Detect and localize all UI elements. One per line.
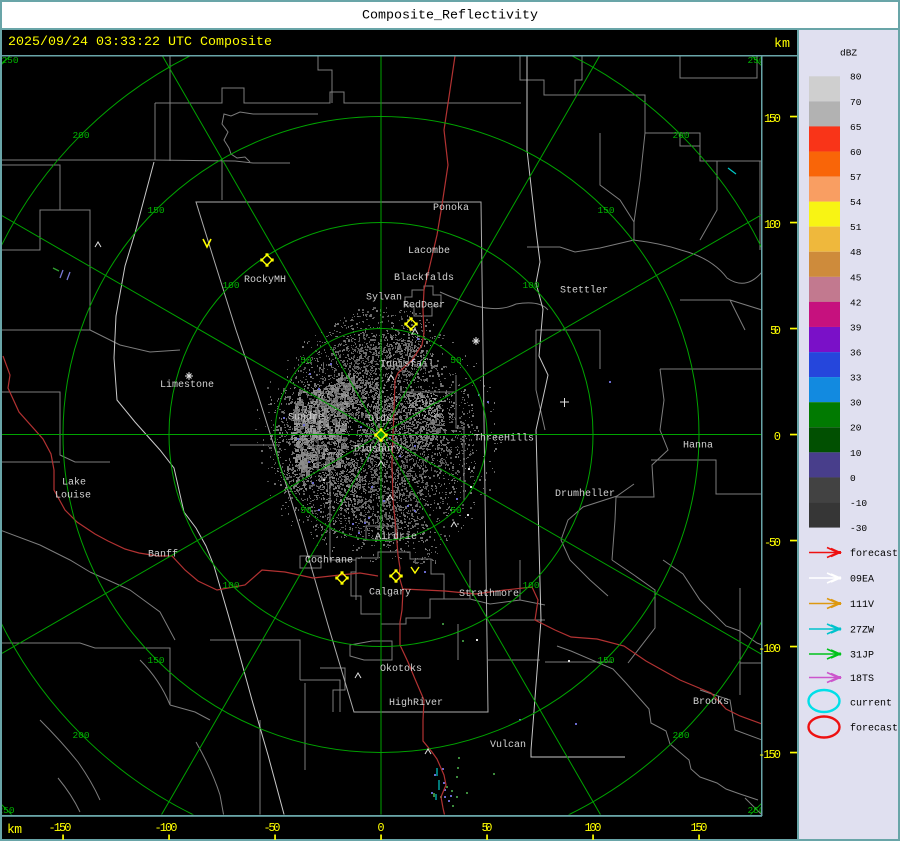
svg-text:Composite_Reflectivity: Composite_Reflectivity <box>362 9 538 24</box>
svg-text:200: 200 <box>672 730 689 741</box>
svg-text:0: 0 <box>774 430 781 444</box>
svg-text:-10: -10 <box>850 498 867 509</box>
svg-text:Stettler: Stettler <box>560 285 608 297</box>
svg-text:Innisfail: Innisfail <box>380 359 434 371</box>
svg-text:0: 0 <box>850 473 856 484</box>
svg-text:27ZW: 27ZW <box>850 626 874 637</box>
svg-text:Drumheller: Drumheller <box>555 488 615 500</box>
svg-text:50: 50 <box>450 355 462 366</box>
svg-text:200: 200 <box>72 730 89 741</box>
svg-text:09EA: 09EA <box>850 575 874 586</box>
svg-text:150: 150 <box>691 821 708 835</box>
svg-text:57: 57 <box>850 172 861 183</box>
svg-text:200: 200 <box>672 130 689 141</box>
svg-text:Cochrane: Cochrane <box>305 555 353 567</box>
svg-text:50: 50 <box>300 355 312 366</box>
svg-text:Calgary: Calgary <box>369 587 411 599</box>
svg-text:100: 100 <box>522 280 539 291</box>
svg-text:50: 50 <box>770 324 781 338</box>
svg-text:150: 150 <box>764 112 781 126</box>
svg-text:Sylvan: Sylvan <box>366 292 402 304</box>
svg-text:km: km <box>774 37 790 52</box>
svg-text:forecast: forecast <box>850 723 898 735</box>
svg-text:Airdrie: Airdrie <box>375 531 417 543</box>
svg-text:31JP: 31JP <box>850 651 874 662</box>
svg-text:-50: -50 <box>764 536 781 550</box>
svg-text:33: 33 <box>850 373 862 384</box>
svg-text:250: 250 <box>0 805 15 816</box>
svg-text:Vulcan: Vulcan <box>490 739 526 751</box>
svg-text:10: 10 <box>850 448 862 459</box>
svg-text:-150: -150 <box>758 748 781 762</box>
svg-text:Ponoka: Ponoka <box>433 202 469 214</box>
svg-text:45: 45 <box>850 272 862 283</box>
svg-text:18TS: 18TS <box>850 674 874 685</box>
svg-text:-30: -30 <box>850 523 867 534</box>
svg-text:50: 50 <box>482 821 493 835</box>
svg-text:forecast: forecast <box>850 548 898 560</box>
svg-text:50: 50 <box>450 505 462 516</box>
svg-text:51: 51 <box>850 222 862 233</box>
svg-text:-100: -100 <box>155 821 178 835</box>
svg-text:65: 65 <box>850 122 862 133</box>
svg-text:current: current <box>850 699 892 710</box>
svg-text:60: 60 <box>850 147 862 158</box>
svg-text:150: 150 <box>147 655 164 666</box>
svg-text:250: 250 <box>1 55 18 66</box>
svg-text:150: 150 <box>147 205 164 216</box>
svg-text:100: 100 <box>222 580 239 591</box>
svg-text:Brooks: Brooks <box>693 696 729 708</box>
svg-text:-150: -150 <box>49 821 72 835</box>
svg-text:Hanna: Hanna <box>683 441 713 452</box>
svg-text:Okotoks: Okotoks <box>380 663 422 675</box>
svg-text:2025/09/24 03:33:22 UTC Compos: 2025/09/24 03:33:22 UTC Composite <box>8 35 272 50</box>
svg-text:-50: -50 <box>264 821 281 835</box>
svg-text:39: 39 <box>850 322 862 333</box>
svg-text:Louise: Louise <box>55 490 91 502</box>
svg-text:150: 150 <box>597 655 614 666</box>
svg-text:80: 80 <box>850 72 862 83</box>
svg-text:100: 100 <box>222 280 239 291</box>
svg-text:30: 30 <box>850 398 862 409</box>
svg-text:Didsbury: Didsbury <box>354 444 402 456</box>
svg-text:dBZ: dBZ <box>840 48 857 59</box>
svg-text:-100: -100 <box>758 642 781 656</box>
svg-text:70: 70 <box>850 97 862 108</box>
svg-text:Olds: Olds <box>368 413 392 425</box>
svg-text:RedDeer: RedDeer <box>403 300 445 312</box>
svg-text:111V: 111V <box>850 600 874 611</box>
svg-text:36: 36 <box>850 348 862 359</box>
svg-text:50: 50 <box>300 505 312 516</box>
svg-text:Banff: Banff <box>148 549 178 561</box>
svg-text:ThreeHills: ThreeHills <box>474 433 534 445</box>
svg-text:20: 20 <box>850 423 862 434</box>
svg-text:Sundre: Sundre <box>288 412 324 424</box>
svg-text:Limestone: Limestone <box>160 379 214 391</box>
svg-text:54: 54 <box>850 197 862 208</box>
svg-text:Lake: Lake <box>62 477 86 489</box>
svg-text:0: 0 <box>377 821 384 835</box>
svg-text:100: 100 <box>522 580 539 591</box>
svg-text:Lacombe: Lacombe <box>408 245 450 257</box>
svg-text:100: 100 <box>764 218 781 232</box>
svg-text:42: 42 <box>850 297 862 308</box>
svg-text:Blackfalds: Blackfalds <box>394 272 454 284</box>
svg-text:RockyMH: RockyMH <box>244 274 286 286</box>
svg-text:km: km <box>7 822 22 837</box>
svg-text:HighRiver: HighRiver <box>389 697 443 709</box>
svg-text:100: 100 <box>585 821 602 835</box>
svg-text:Strathmore: Strathmore <box>459 588 519 600</box>
svg-text:150: 150 <box>597 205 614 216</box>
svg-text:200: 200 <box>72 130 89 141</box>
svg-text:48: 48 <box>850 247 862 258</box>
